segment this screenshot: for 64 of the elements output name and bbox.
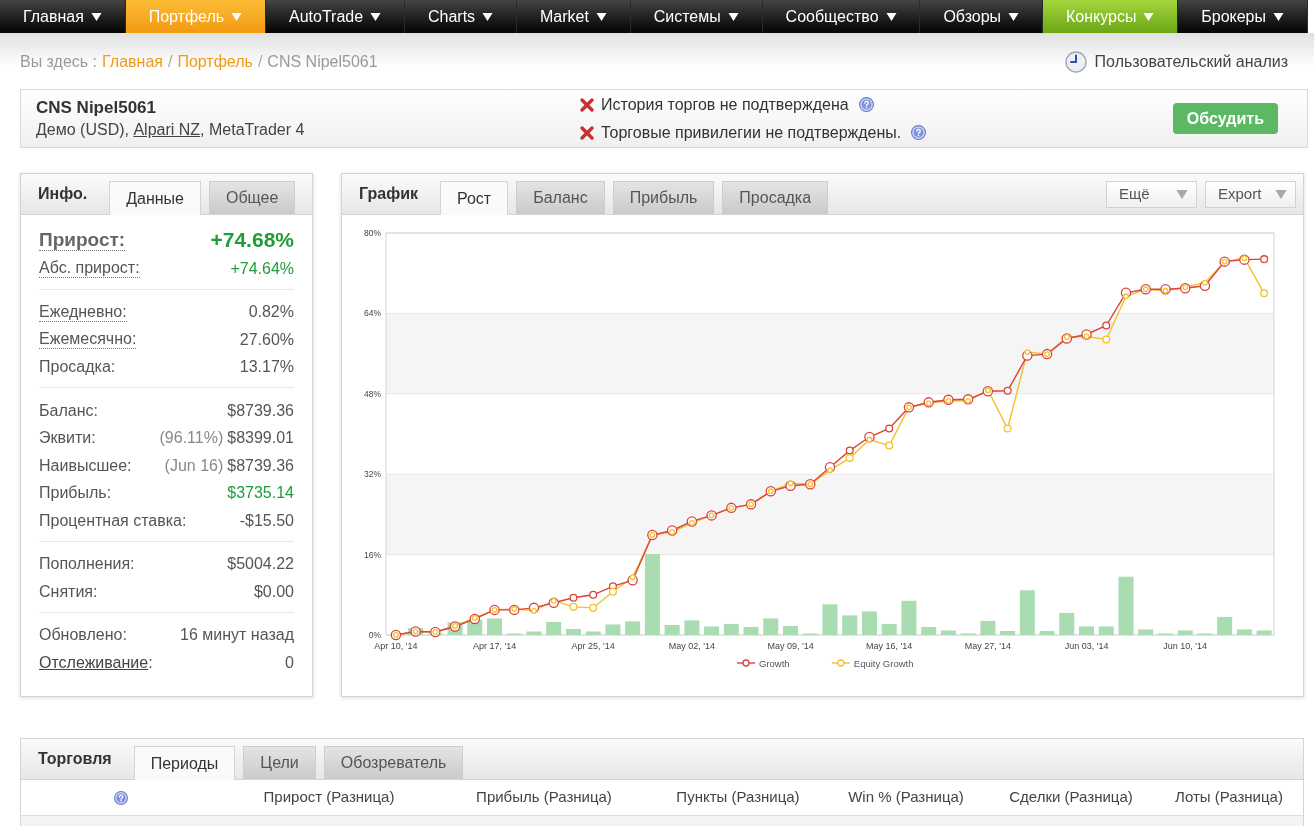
stat-value: 0 — [285, 652, 294, 673]
breadcrumb-separator: / — [257, 52, 263, 72]
stat-label: Пополнения: — [39, 554, 135, 575]
stat-label: Наивысшее: — [39, 455, 132, 476]
panel-title: Инфо. — [38, 184, 88, 204]
y-axis-label: 64% — [364, 308, 381, 319]
warning-text: Торговые привилегии не подтверждены. — [601, 122, 902, 143]
stat-label: Обновлено: — [39, 625, 127, 646]
stat-value: 27.60% — [239, 329, 294, 350]
column-header: Прирост (Разница) — [263, 787, 395, 808]
column-header: Сделки (Разница) — [1009, 787, 1133, 808]
y-axis-label: 80% — [364, 228, 381, 238]
x-axis-label: May 27, '14 — [964, 641, 1011, 651]
x-axis-label: Jun 03, '14 — [1064, 641, 1109, 651]
column-header: Пункты (Разница) — [676, 787, 800, 808]
x-axis-label: May 09, '14 — [767, 641, 814, 651]
x-axis-label: Apr 10, '14 — [374, 641, 418, 651]
x-axis-label: Apr 17, '14 — [472, 641, 517, 651]
stat-label: Абс. прирост: — [39, 259, 140, 279]
column-header: Win % (Разница) — [848, 787, 964, 808]
legend-label: Equity Growth — [853, 657, 914, 669]
breadcrumb-separator: / — [167, 52, 173, 72]
breadcrumb-label: Вы здесь : — [20, 52, 98, 72]
stat-value: +74.68% — [210, 226, 294, 253]
stat-label: Процентная ставка: — [39, 510, 187, 531]
x-axis-label: Jun 10, '14 — [1163, 641, 1208, 651]
stat-note: (Jun 16) — [164, 455, 224, 476]
x-axis-label: May 02, '14 — [668, 641, 715, 651]
stat-label: Баланс: — [39, 400, 98, 421]
stat-label: Прибыль: — [39, 483, 112, 504]
warning-text: История торгов не подтверждена — [601, 94, 849, 115]
label-colon: : — [148, 652, 153, 673]
column-header: Лоты (Разница) — [1175, 787, 1283, 808]
column-header: Прибыль (Разница) — [476, 787, 612, 808]
stat-label: Просадка: — [39, 357, 116, 378]
stat-label: Ежемесячно: — [39, 330, 137, 350]
stat-label: Прирост: — [39, 228, 126, 251]
panel-title: Торговля — [38, 749, 112, 769]
y-axis-label: 48% — [364, 388, 381, 399]
y-axis-label: 16% — [364, 549, 381, 560]
y-axis-label: 0% — [368, 630, 381, 640]
stat-value: $8739.36 — [227, 400, 294, 421]
breadcrumb-current: CNS Nipel5061 — [267, 52, 378, 72]
x-axis-label: May 16, '14 — [866, 641, 913, 651]
stat-value: $0.00 — [253, 581, 294, 602]
stat-value: $3735.14 — [227, 483, 294, 504]
panel-title: График — [359, 184, 418, 204]
stat-value: 0.82% — [248, 302, 294, 323]
stat-value: $8739.36 — [227, 455, 294, 476]
stat-value: 13.17% — [239, 357, 294, 378]
stat-value: $8399.01 — [227, 428, 294, 449]
stat-label: Снятия: — [39, 581, 98, 602]
stat-value: -$15.50 — [239, 510, 294, 531]
stat-value: $5004.22 — [227, 554, 294, 575]
stat-value: 16 минут назад — [180, 625, 294, 646]
stat-label: Эквити: — [39, 428, 96, 449]
stat-value: +74.64% — [230, 258, 294, 279]
legend-label: Growth — [759, 657, 790, 669]
stat-label: Ежедневно: — [39, 302, 127, 322]
stat-note: (96.11%) — [159, 428, 224, 449]
account-details: Демо (USD), Alpari NZ, MetaTrader 4 — [36, 120, 305, 140]
x-axis-label: Apr 25, '14 — [571, 641, 615, 651]
account-name: CNS Nipel5061 — [36, 97, 156, 119]
y-axis-label: 32% — [364, 469, 381, 480]
